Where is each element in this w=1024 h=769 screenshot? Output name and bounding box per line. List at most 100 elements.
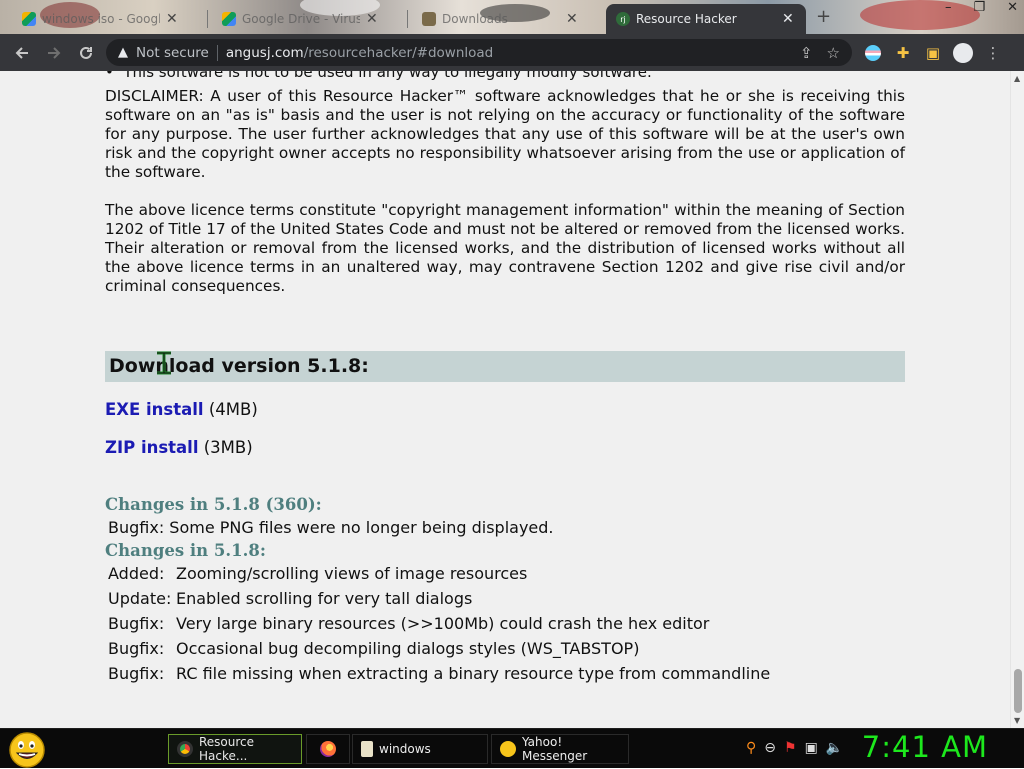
bookmark-star-icon[interactable]: ☆	[827, 44, 840, 62]
tab-title: Google Drive - Virus sca	[242, 12, 360, 26]
url-host: angusj.com	[225, 44, 304, 61]
taskbar: Resource Hacke... windows Yahoo! Messeng…	[0, 728, 1024, 768]
extension-icons: ✚ ▣ ⋮	[862, 37, 1004, 68]
licence-paragraph: The above licence terms constitute "copy…	[105, 201, 905, 295]
vertical-scrollbar[interactable]: ▲ ▼	[1010, 71, 1024, 728]
not-secure-label[interactable]: Not secure	[136, 45, 209, 61]
tab-title: windows iso - Google D	[42, 12, 160, 26]
share-icon[interactable]: ⇪	[800, 44, 813, 62]
taskbar-firefox[interactable]	[306, 734, 350, 764]
tab-separator	[407, 10, 408, 28]
taskbar-resource-hacker[interactable]: Resource Hacke...	[168, 734, 302, 764]
change-row: Added: Zooming/scrolling views of image …	[108, 564, 527, 583]
resource-hacker-icon: rj	[616, 12, 630, 26]
search-icon[interactable]: ⚲	[746, 740, 756, 756]
change-row: Bugfix: Very large binary resources (>>1…	[108, 614, 709, 633]
close-icon[interactable]: ✕	[782, 11, 794, 27]
scrollbar-thumb[interactable]	[1014, 669, 1022, 713]
volume-icon[interactable]: 🔈	[826, 740, 843, 756]
arrow-left-icon	[15, 46, 28, 59]
arrow-right-icon	[48, 46, 61, 59]
extensions-puzzle-icon[interactable]: ✚	[892, 42, 914, 64]
close-window-button[interactable]: ✕	[1007, 0, 1018, 15]
maximize-button[interactable]: ❐	[973, 0, 985, 15]
close-icon[interactable]: ✕	[566, 11, 578, 27]
browser-toolbar: ▲ Not secure angusj.com/resourcehacker/#…	[0, 34, 1024, 71]
change-text: Zooming/scrolling views of image resourc…	[176, 564, 528, 583]
change-row: Update: Enabled scrolling for very tall …	[108, 589, 472, 608]
taskbar-clock[interactable]: 7:41 AM	[862, 730, 988, 764]
google-drive-icon	[222, 12, 236, 26]
back-button[interactable]	[6, 37, 38, 69]
change-text: Enabled scrolling for very tall dialogs	[176, 589, 473, 608]
flag-icon[interactable]: ⚑	[784, 740, 797, 756]
page-viewport: • This software is not to be used in any…	[0, 71, 1010, 728]
taskbar-label: windows	[379, 742, 431, 756]
profile-flag-icon[interactable]	[862, 42, 884, 64]
text-cursor-icon	[157, 351, 171, 375]
licence-bullet: • This software is not to be used in any…	[105, 71, 652, 81]
tab-windows-iso[interactable]: windows iso - Google D ✕	[12, 4, 202, 34]
close-icon[interactable]: ✕	[366, 11, 378, 27]
zip-size: (3MB)	[203, 438, 253, 457]
scroll-down-icon[interactable]: ▼	[1014, 716, 1020, 725]
omnibox-divider	[216, 44, 218, 61]
close-icon[interactable]: ✕	[166, 11, 178, 27]
folder-icon	[361, 741, 373, 757]
tab-resource-hacker[interactable]: rj Resource Hacker ✕	[606, 4, 806, 34]
omnibox-actions: ⇪ ☆	[800, 44, 840, 62]
taskbar-label: Resource Hacke...	[199, 735, 255, 763]
change-row: Bugfix: RC file missing when extracting …	[108, 664, 770, 683]
download-icon	[422, 12, 436, 26]
minus-circle-icon[interactable]: ⊖	[764, 740, 776, 756]
tab-title: Resource Hacker	[636, 12, 737, 26]
yahoo-messenger-icon	[500, 741, 516, 757]
download-section-header: Download version 5.1.8:	[105, 351, 905, 382]
zip-download-row: ZIP install (3MB)	[105, 438, 253, 457]
taskbar-label: Yahoo! Messenger	[522, 735, 588, 763]
reload-button[interactable]	[70, 37, 102, 69]
url-path: /resourcehacker/#download	[303, 44, 494, 61]
warning-icon[interactable]: ▲	[118, 45, 128, 60]
change-kind: Bugfix:	[108, 639, 165, 658]
changes-header-360: Changes in 5.1.8 (360):	[105, 495, 322, 514]
menu-kebab-icon[interactable]: ⋮	[982, 42, 1004, 64]
address-bar[interactable]: ▲ Not secure angusj.com/resourcehacker/#…	[106, 39, 852, 66]
firefox-icon	[320, 741, 336, 757]
network-icon[interactable]: ▣	[805, 740, 818, 756]
exe-install-link[interactable]: EXE install	[105, 400, 204, 419]
zip-install-link[interactable]: ZIP install	[105, 438, 199, 457]
minimize-button[interactable]: –	[945, 0, 952, 15]
side-panel-icon[interactable]: ▣	[922, 42, 944, 64]
google-drive-icon	[22, 12, 36, 26]
taskbar-yahoo-messenger[interactable]: Yahoo! Messenger	[491, 734, 629, 764]
taskbar-windows-folder[interactable]: windows	[352, 734, 488, 764]
tab-separator	[207, 10, 208, 28]
licence-bullet-text: This software is not to be used in any w…	[123, 71, 652, 81]
forward-button[interactable]	[38, 37, 70, 69]
reload-icon	[80, 46, 92, 59]
change-kind: Added:	[108, 564, 165, 583]
exe-download-row: EXE install (4MB)	[105, 400, 258, 419]
tab-google-drive-virus-scan[interactable]: Google Drive - Virus sca ✕	[212, 4, 402, 34]
tab-downloads[interactable]: Downloads ✕	[412, 4, 602, 34]
system-tray: ⚲ ⊖ ⚑ ▣ 🔈	[746, 740, 843, 756]
exe-size: (4MB)	[208, 400, 258, 419]
changes-header-518: Changes in 5.1.8:	[105, 541, 266, 560]
browser-tab-strip: windows iso - Google D ✕ Google Drive - …	[0, 0, 1024, 34]
window-controls: – ❐ ✕	[945, 0, 1018, 15]
chrome-icon	[177, 741, 193, 757]
start-smiley-icon[interactable]	[8, 731, 46, 769]
change-kind: Update:	[108, 589, 172, 608]
scroll-up-icon[interactable]: ▲	[1014, 74, 1020, 83]
change-kind: Bugfix:	[108, 614, 165, 633]
profile-avatar-icon[interactable]	[952, 42, 974, 64]
changes-360-line: Bugfix: Some PNG files were no longer be…	[108, 518, 554, 537]
change-row: Bugfix: Occasional bug decompiling dialo…	[108, 639, 639, 658]
change-text: Occasional bug decompiling dialogs style…	[176, 639, 640, 658]
change-text: Very large binary resources (>>100Mb) co…	[176, 614, 710, 633]
change-kind: Bugfix:	[108, 664, 165, 683]
tab-title: Downloads	[442, 12, 508, 26]
change-text: RC file missing when extracting a binary…	[176, 664, 771, 683]
new-tab-button[interactable]: +	[816, 6, 831, 27]
